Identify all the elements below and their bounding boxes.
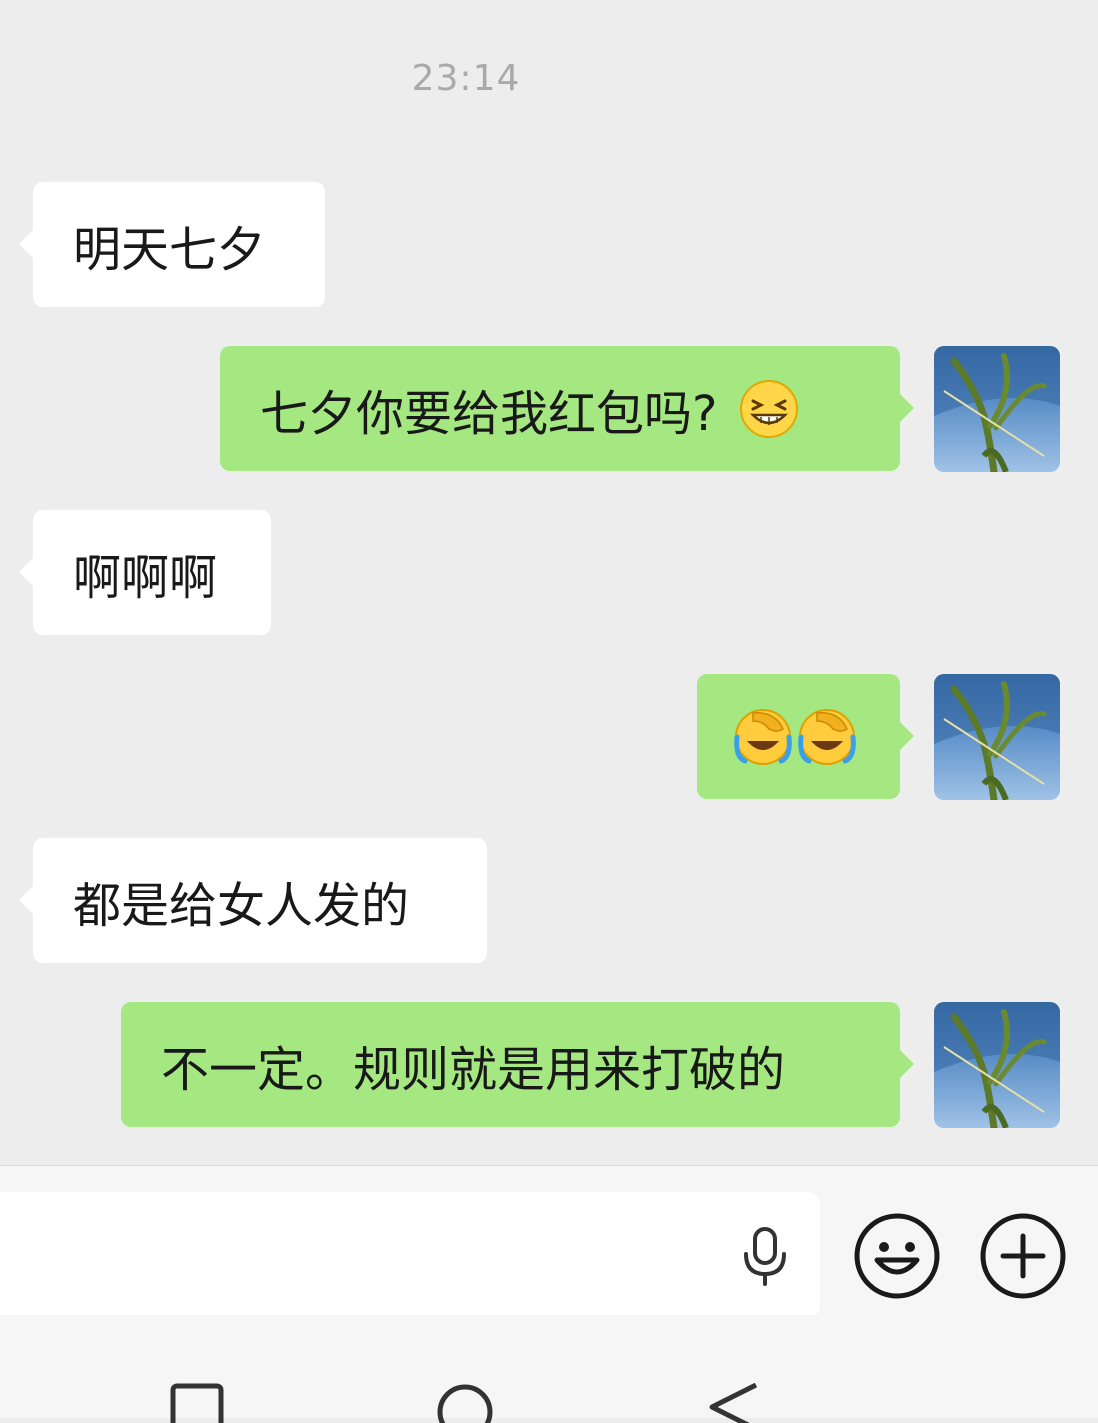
back-triangle-icon[interactable] (708, 1383, 760, 1423)
message-text: 明天七夕 (73, 221, 266, 278)
facepalm-laugh-cry-emoji (734, 708, 792, 765)
chat-area[interactable]: 23:14 明天七夕 七夕你要给我红包吗? 啊啊啊 都是给女人发的 不一定。规则… (0, 0, 1098, 1165)
message-timestamp: 23:14 (411, 58, 521, 99)
user-avatar[interactable] (934, 346, 1060, 472)
outgoing-message-bubble[interactable]: 七夕你要给我红包吗? (220, 346, 914, 471)
user-avatar[interactable] (934, 674, 1060, 800)
grinning-squint-emoji (740, 379, 799, 438)
message-text: 都是给女人发的 (73, 877, 410, 934)
message-text: 啊啊啊 (73, 549, 218, 606)
emoji-button-icon[interactable] (853, 1212, 941, 1300)
user-avatar[interactable] (934, 1002, 1060, 1128)
outgoing-message-bubble[interactable]: 不一定。规则就是用来打破的 (121, 1002, 914, 1127)
microphone-icon[interactable] (740, 1226, 790, 1286)
facepalm-laugh-cry-emoji (798, 708, 856, 765)
incoming-message-bubble[interactable]: 啊啊啊 (19, 510, 271, 635)
message-input[interactable] (0, 1192, 820, 1318)
home-circle-icon[interactable] (436, 1383, 494, 1423)
incoming-message-bubble[interactable]: 明天七夕 (19, 182, 325, 307)
recent-apps-square-icon[interactable] (170, 1383, 224, 1423)
message-text: 七夕你要给我红包吗? (260, 385, 718, 442)
system-navbar (0, 1315, 1098, 1423)
outgoing-message-bubble[interactable] (697, 674, 914, 799)
incoming-message-bubble[interactable]: 都是给女人发的 (19, 838, 487, 963)
plus-button-icon[interactable] (979, 1212, 1067, 1300)
message-text: 不一定。规则就是用来打破的 (161, 1041, 786, 1098)
